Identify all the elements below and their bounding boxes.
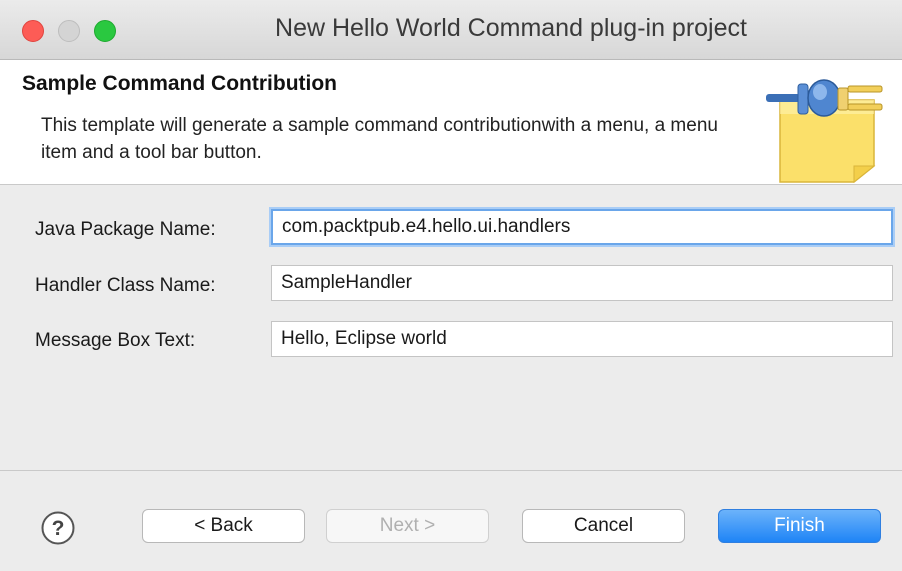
minimize-window-button[interactable] [58,20,80,42]
zoom-window-button[interactable] [94,20,116,42]
wizard-banner: Sample Command Contribution This templat… [0,60,902,185]
wizard-form: Java Package Name: Handler Class Name: M… [0,185,902,470]
close-window-button[interactable] [22,20,44,42]
back-button[interactable]: < Back [142,509,305,543]
svg-text:?: ? [52,517,65,540]
banner-heading: Sample Command Contribution [22,72,337,95]
wizard-window: New Hello World Command plug-in project … [0,0,902,571]
java-package-input[interactable] [271,209,893,245]
title-bar: New Hello World Command plug-in project [0,0,902,60]
wizard-footer: ? < Back Next > Cancel Finish [0,470,902,571]
cancel-button[interactable]: Cancel [522,509,685,543]
java-package-label: Java Package Name: [35,219,216,240]
plugin-icon [766,79,883,184]
handler-class-input[interactable] [271,265,893,301]
handler-class-label: Handler Class Name: [35,275,216,296]
window-title: New Hello World Command plug-in project [275,14,747,42]
message-box-input[interactable] [271,321,893,357]
help-icon[interactable]: ? [41,511,75,545]
next-button: Next > [326,509,489,543]
message-box-label: Message Box Text: [35,330,196,351]
finish-button[interactable]: Finish [718,509,881,543]
banner-description: This template will generate a sample com… [41,115,718,163]
